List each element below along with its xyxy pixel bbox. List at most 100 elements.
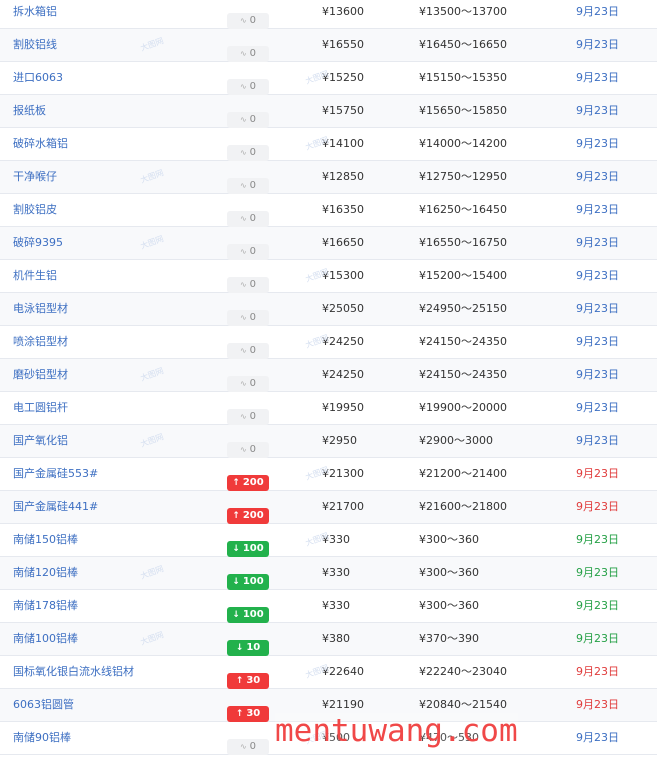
change-value: 0 [249,444,257,455]
change-value: 0 [249,411,257,422]
update-date: 9月23日 [576,335,619,348]
table-row[interactable]: 拆水箱铝 ∿ 0 ¥13600 ¥13500～13700 9月23日 [0,0,657,29]
arrow-up-icon: ↑ [235,676,244,686]
product-name-link[interactable]: 报纸板 [13,95,46,127]
avg-price: ¥14100 [322,137,364,150]
table-row[interactable]: 南储150铝棒 ↓ 100 ¥330 ¥300～360 9月23日 大图网 [0,524,657,557]
price-range: ¥24150～24350 [419,368,507,381]
change-cell: ↓ 10 [227,631,269,656]
change-value: 30 [246,675,261,686]
change-badge: ↑ 200 [227,508,269,524]
change-cell: ∿ 0 [227,169,269,194]
product-name-link[interactable]: 割胶铝皮 [13,194,57,226]
table-row[interactable]: 割胶铝线 ∿ 0 ¥16550 ¥16450～16650 9月23日 大图网 [0,29,657,62]
change-cell: ∿ 0 [227,301,269,326]
change-badge: ↓ 10 [227,640,269,656]
wave-icon: ∿ [239,379,247,388]
change-badge: ∿ 0 [227,211,269,227]
table-row[interactable]: 机件生铝 ∿ 0 ¥15300 ¥15200～15400 9月23日 大图网 [0,260,657,293]
update-date: 9月23日 [576,401,619,414]
wave-icon: ∿ [239,742,247,751]
product-name-link[interactable]: 国产氧化铝 [13,425,68,457]
change-badge: ↑ 200 [227,475,269,491]
product-name-link[interactable]: 电工圆铝杆 [13,392,68,424]
avg-price: ¥330 [322,566,350,579]
product-name-link[interactable]: 破碎水箱铝 [13,128,68,160]
price-range: ¥19900～20000 [419,401,507,414]
product-name-link[interactable]: 磨砂铝型材 [13,359,68,391]
product-name-link[interactable]: 南储178铝棒 [13,590,78,622]
table-row[interactable]: 南储100铝棒 ↓ 10 ¥380 ¥370～390 9月23日 大图网 [0,623,657,656]
change-value: 10 [246,642,261,653]
change-cell: ∿ 0 [227,730,269,755]
change-cell: ∿ 0 [227,37,269,62]
avg-price: ¥24250 [322,335,364,348]
product-name-link[interactable]: 国产金属硅441# [13,491,98,523]
table-row[interactable]: 电工圆铝杆 ∿ 0 ¥19950 ¥19900～20000 9月23日 [0,392,657,425]
change-cell: ∿ 0 [227,70,269,95]
wave-icon: ∿ [239,181,247,190]
avg-price: ¥2950 [322,434,357,447]
update-date: 9月23日 [576,731,619,744]
change-badge: ∿ 0 [227,244,269,260]
avg-price: ¥25050 [322,302,364,315]
wave-icon: ∿ [239,247,247,256]
change-badge: ∿ 0 [227,409,269,425]
table-row[interactable]: 干净喉仔 ∿ 0 ¥12850 ¥12750～12950 9月23日 大图网 [0,161,657,194]
product-name-link[interactable]: 机件生铝 [13,260,57,292]
table-row[interactable]: 南储178铝棒 ↓ 100 ¥330 ¥300～360 9月23日 [0,590,657,623]
table-row[interactable]: 国产金属硅441# ↑ 200 ¥21700 ¥21600～21800 9月23日 [0,491,657,524]
product-name-link[interactable]: 破碎9395 [13,227,63,259]
table-row[interactable]: 国产氧化铝 ∿ 0 ¥2950 ¥2900～3000 9月23日 大图网 [0,425,657,458]
update-date: 9月23日 [576,104,619,117]
product-name-link[interactable]: 进口6063 [13,62,63,94]
table-row[interactable]: 割胶铝皮 ∿ 0 ¥16350 ¥16250～16450 9月23日 [0,194,657,227]
change-cell: ∿ 0 [227,400,269,425]
product-name-link[interactable]: 喷涂铝型材 [13,326,68,358]
table-row[interactable]: 磨砂铝型材 ∿ 0 ¥24250 ¥24150～24350 9月23日 大图网 [0,359,657,392]
price-range: ¥15150～15350 [419,71,507,84]
site-watermark: mentuwang.com [275,713,518,749]
product-name-link[interactable]: 干净喉仔 [13,161,57,193]
product-name-link[interactable]: 南储90铝棒 [13,722,71,754]
avg-price: ¥15300 [322,269,364,282]
avg-price: ¥16550 [322,38,364,51]
product-name-link[interactable]: 南储150铝棒 [13,524,78,556]
update-date: 9月23日 [576,302,619,315]
product-name-link[interactable]: 电泳铝型材 [13,293,68,325]
product-name-link[interactable]: 国产金属硅553# [13,458,98,490]
table-row[interactable]: 进口6063 ∿ 0 ¥15250 ¥15150～15350 9月23日 大图网 [0,62,657,95]
avg-price: ¥21700 [322,500,364,513]
product-name-link[interactable]: 南储120铝棒 [13,557,78,589]
product-name-link[interactable]: 南储100铝棒 [13,623,78,655]
product-name-link[interactable]: 拆水箱铝 [13,0,57,28]
change-cell: ↑ 200 [227,499,269,524]
price-range: ¥21600～21800 [419,500,507,513]
arrow-up-icon: ↑ [232,478,240,488]
table-row[interactable]: 国标氧化银白流水线铝材 ↑ 30 ¥22640 ¥22240～23040 9月23日 大图网 [0,656,657,689]
table-row[interactable]: 报纸板 ∿ 0 ¥15750 ¥15650～15850 9月23日 [0,95,657,128]
table-row[interactable]: 南储120铝棒 ↓ 100 ¥330 ¥300～360 9月23日 大图网 [0,557,657,590]
arrow-down-icon: ↓ [232,610,240,620]
change-badge: ∿ 0 [227,46,269,62]
avg-price: ¥330 [322,599,350,612]
table-row[interactable]: 喷涂铝型材 ∿ 0 ¥24250 ¥24150～24350 9月23日 大图网 [0,326,657,359]
update-date: 9月23日 [576,269,619,282]
product-name-link[interactable]: 6063铝圆管 [13,689,74,721]
change-value: 0 [249,15,257,26]
wave-icon: ∿ [239,49,247,58]
update-date: 9月23日 [576,566,619,579]
arrow-down-icon: ↓ [232,544,240,554]
table-row[interactable]: 电泳铝型材 ∿ 0 ¥25050 ¥24950～25150 9月23日 [0,293,657,326]
avg-price: ¥16650 [322,236,364,249]
table-row[interactable]: 破碎9395 ∿ 0 ¥16650 ¥16550～16750 9月23日 大图网 [0,227,657,260]
table-row[interactable]: 破碎水箱铝 ∿ 0 ¥14100 ¥14000～14200 9月23日 大图网 [0,128,657,161]
change-cell: ∿ 0 [227,367,269,392]
price-range: ¥300～360 [419,533,479,546]
change-cell: ↑ 30 [227,664,269,689]
change-value: 100 [242,576,264,587]
table-row[interactable]: 国产金属硅553# ↑ 200 ¥21300 ¥21200～21400 9月23日 大图网 [0,458,657,491]
product-name-link[interactable]: 国标氧化银白流水线铝材 [13,656,134,688]
product-name-link[interactable]: 割胶铝线 [13,29,57,61]
price-range: ¥24950～25150 [419,302,507,315]
